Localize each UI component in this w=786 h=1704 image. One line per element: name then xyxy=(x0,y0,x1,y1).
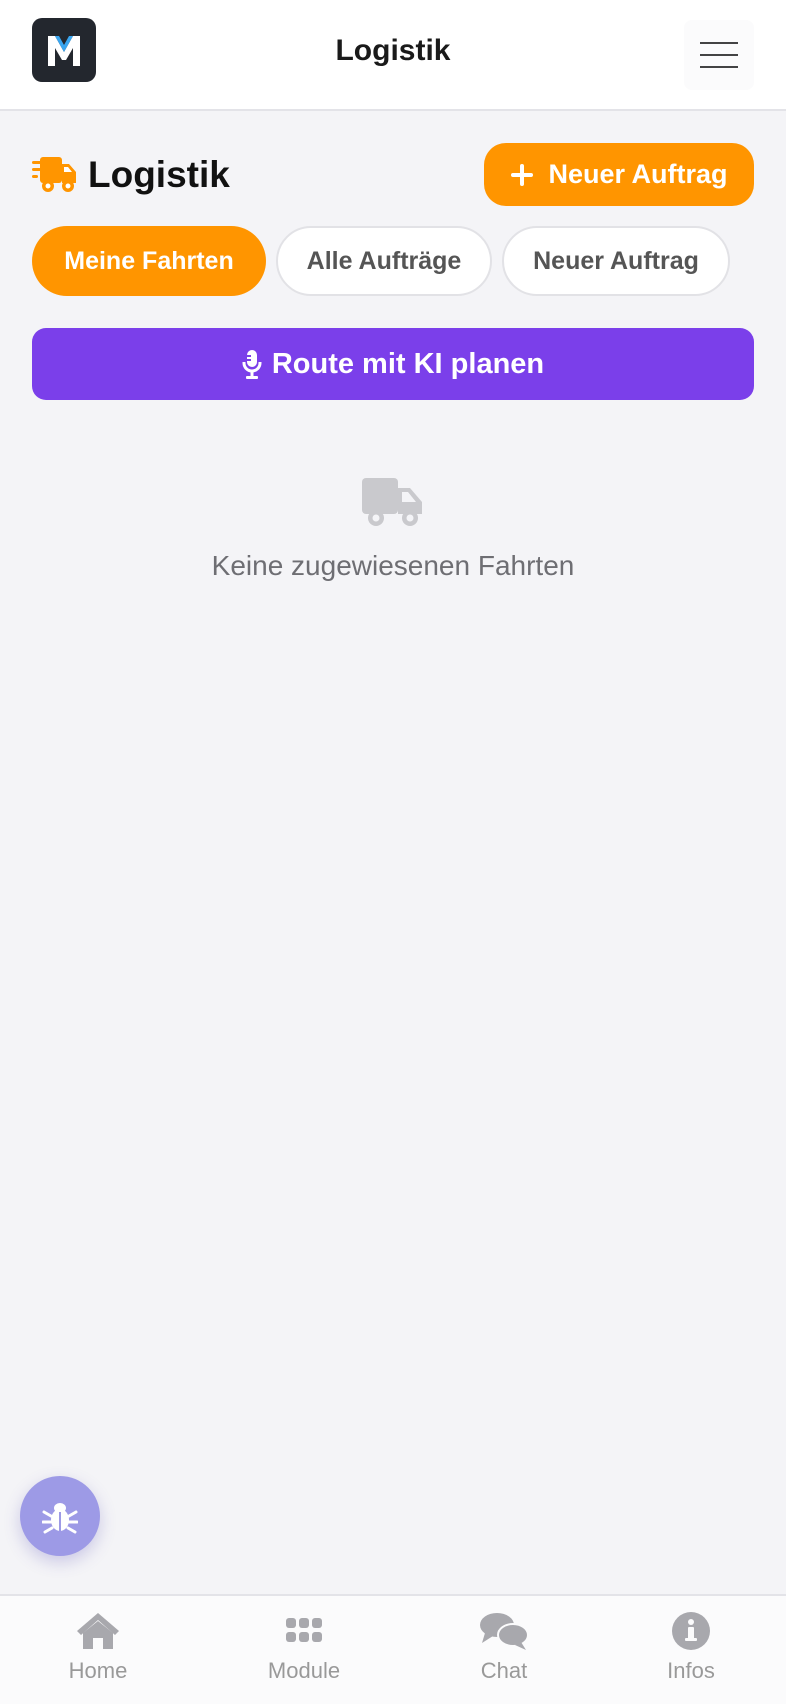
top-bar: Logistik xyxy=(0,0,786,111)
tab-neuer-auftrag[interactable]: Neuer Auftrag xyxy=(502,226,730,296)
empty-state-text: Keine zugewiesenen Fahrten xyxy=(211,550,575,581)
tab-alle-auftraege[interactable]: Alle Aufträge xyxy=(276,226,492,296)
tab-meine-fahrten[interactable]: Meine Fahrten xyxy=(32,226,266,296)
nav-home[interactable]: Home xyxy=(28,1610,168,1684)
bottom-nav: Home Module Chat Infos xyxy=(0,1594,786,1704)
chat-icon xyxy=(480,1613,529,1650)
home-icon xyxy=(77,1613,119,1649)
empty-state: Keine zugewiesenen Fahrten xyxy=(0,476,786,582)
new-order-button-label: Neuer Auftrag xyxy=(548,159,728,189)
nav-infos-label: Infos xyxy=(667,1658,715,1683)
truck-fast-icon xyxy=(32,157,76,192)
microphone-icon xyxy=(242,350,262,379)
truck-icon xyxy=(362,478,422,526)
app-root: Logistik Logistik Neuer Auftrag Meine Fa xyxy=(0,0,786,1704)
plus-icon xyxy=(511,163,534,186)
nav-module[interactable]: Module xyxy=(234,1610,374,1684)
bug-report-button[interactable] xyxy=(20,1476,100,1556)
nav-chat-label: Chat xyxy=(480,1658,528,1683)
nav-infos[interactable]: Infos xyxy=(621,1610,761,1684)
info-icon xyxy=(672,1612,710,1650)
plan-route-ki-button[interactable]: Route mit KI planen xyxy=(32,328,754,400)
nav-module-label: Module xyxy=(267,1658,341,1683)
hamburger-icon[interactable] xyxy=(684,20,754,90)
tab-bar: Meine Fahrten Alle Aufträge Neuer Auftra… xyxy=(32,226,730,296)
page-title: Logistik xyxy=(88,154,230,195)
nav-chat[interactable]: Chat xyxy=(434,1610,574,1684)
nav-home-label: Home xyxy=(68,1658,128,1683)
page-header: Logistik xyxy=(32,150,230,200)
new-order-button[interactable]: Neuer Auftrag xyxy=(484,143,754,206)
plan-route-ki-label: Route mit KI planen xyxy=(271,347,545,380)
bug-icon xyxy=(42,1503,78,1534)
grid-icon xyxy=(286,1618,322,1642)
app-title: Logistik xyxy=(335,34,451,67)
